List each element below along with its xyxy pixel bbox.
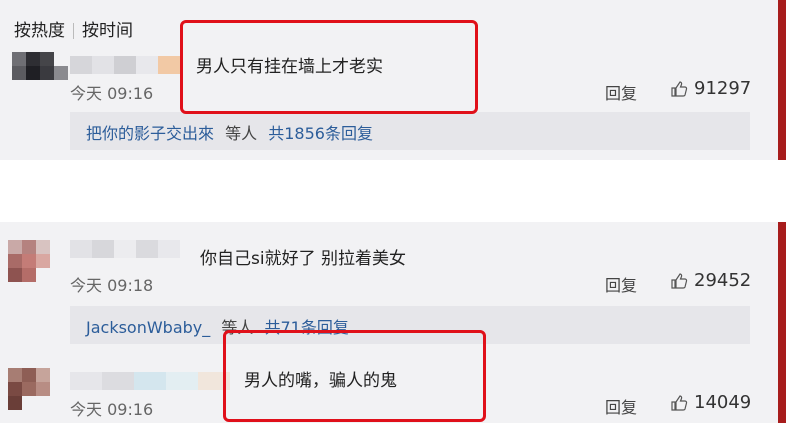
comment-timestamp: 今天 09:18 bbox=[70, 276, 154, 295]
comment-text: 你自己si就好了 别拉着美女 bbox=[200, 249, 406, 269]
thread-suffix: 等人 bbox=[225, 124, 258, 143]
reply-button[interactable]: 回复 bbox=[605, 80, 637, 104]
thumbs-up-icon bbox=[671, 80, 688, 97]
thread-count[interactable]: 共1856条回复 bbox=[268, 124, 373, 143]
thumbs-up-icon bbox=[671, 272, 688, 289]
avatar[interactable] bbox=[8, 368, 64, 423]
sort-by-time-tab[interactable]: 按时间 bbox=[82, 21, 133, 41]
like-count: 91297 bbox=[694, 78, 752, 99]
reply-thread[interactable]: 把你的影子交出來 等人 共1856条回复 bbox=[70, 112, 750, 150]
highlight-box bbox=[180, 20, 478, 114]
comment-timestamp: 今天 09:16 bbox=[70, 400, 154, 419]
reply-button[interactable]: 回复 bbox=[605, 394, 637, 418]
tab-divider bbox=[73, 23, 74, 39]
thumbs-up-icon bbox=[671, 394, 688, 411]
highlight-box bbox=[223, 330, 486, 422]
like-count: 14049 bbox=[694, 392, 752, 413]
like-count: 29452 bbox=[694, 270, 752, 291]
avatar[interactable] bbox=[12, 52, 68, 108]
thread-users[interactable]: JacksonWbaby_ bbox=[86, 318, 210, 337]
thread-users[interactable]: 把你的影子交出來 bbox=[86, 124, 214, 143]
avatar[interactable] bbox=[8, 240, 64, 296]
like-button[interactable]: 14049 bbox=[670, 392, 751, 413]
accent-bar bbox=[778, 0, 786, 160]
accent-bar bbox=[778, 222, 786, 423]
comment-timestamp: 今天 09:16 bbox=[70, 84, 154, 103]
like-button[interactable]: 29452 bbox=[670, 270, 751, 291]
sort-by-hot-tab[interactable]: 按热度 bbox=[14, 21, 65, 41]
username-mosaic[interactable] bbox=[70, 56, 180, 74]
section-gap bbox=[0, 160, 800, 222]
sort-tabs: 按热度 按时间 bbox=[14, 16, 139, 41]
like-button[interactable]: 91297 bbox=[670, 78, 751, 99]
reply-button[interactable]: 回复 bbox=[605, 272, 637, 296]
username-mosaic[interactable] bbox=[70, 372, 230, 390]
reply-thread-summary: 把你的影子交出來 等人 共1856条回复 bbox=[86, 120, 373, 144]
username-mosaic[interactable] bbox=[70, 240, 180, 258]
